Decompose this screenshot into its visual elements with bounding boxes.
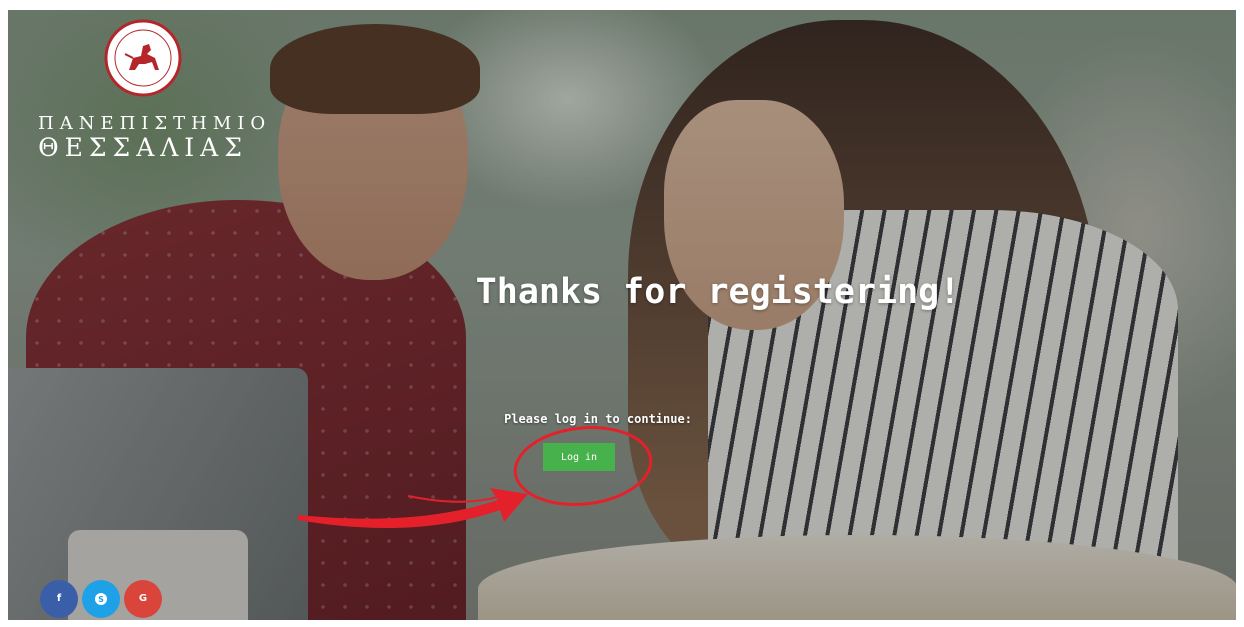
page-frame: ΠΑΝΕΠΙΣΤΗΜΙΟ ΘΕΣΣΑΛΙΑΣ Thanks for regist…	[8, 10, 1236, 620]
skype-icon: S	[95, 593, 107, 605]
login-button[interactable]: Log in	[543, 443, 615, 471]
login-prompt: Please log in to continue:	[504, 412, 692, 426]
logo-text-line2: ΘΕΣΣΑΛΙΑΣ	[38, 133, 248, 162]
google-button[interactable]: G	[124, 580, 162, 618]
facebook-button[interactable]: f	[40, 580, 78, 618]
logo-text-line1: ΠΑΝΕΠΙΣΤΗΜΙΟ	[38, 113, 272, 134]
page-title: Thanks for registering!	[475, 272, 961, 312]
university-seal-icon	[104, 19, 182, 97]
google-icon: G	[138, 593, 148, 604]
facebook-icon: f	[56, 593, 62, 604]
social-links: f S G	[40, 580, 162, 618]
skype-button[interactable]: S	[82, 580, 120, 618]
university-logo: ΠΑΝΕΠΙΣΤΗΜΙΟ ΘΕΣΣΑΛΙΑΣ	[38, 18, 272, 162]
